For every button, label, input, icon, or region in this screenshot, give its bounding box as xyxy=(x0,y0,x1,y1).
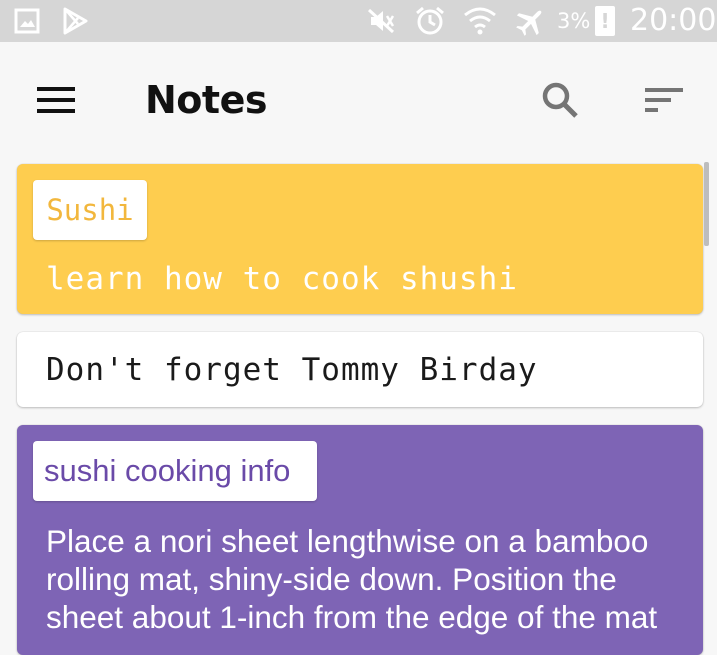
battery-percent: 3% xyxy=(557,9,591,33)
note-card-tommy[interactable]: Don't forget Tommy Birday xyxy=(17,332,703,407)
airplane-mode-icon xyxy=(513,0,549,42)
battery-icon: ! xyxy=(594,0,616,42)
page-title: Notes xyxy=(145,78,267,122)
scrollbar[interactable] xyxy=(704,162,709,246)
play-store-icon xyxy=(60,0,90,42)
note-body: Place a nori sheet lengthwise on a bambo… xyxy=(46,523,658,635)
note-body: learn how to cook shushi xyxy=(46,261,518,297)
sort-icon[interactable] xyxy=(638,78,690,122)
mute-icon xyxy=(364,0,398,42)
note-card-sushi[interactable]: Sushi learn how to cook shushi xyxy=(17,164,703,314)
battery-alert: ! xyxy=(600,9,610,33)
search-icon[interactable] xyxy=(534,76,586,124)
note-card-sushi-info[interactable]: sushi cooking info Place a nori sheet le… xyxy=(17,425,703,655)
note-body: Don't forget Tommy Birday xyxy=(46,352,538,388)
status-time: 20:00 xyxy=(630,3,717,38)
alarm-icon xyxy=(413,0,447,42)
app-bar: Notes xyxy=(0,42,717,158)
menu-icon[interactable] xyxy=(30,78,82,122)
note-title: sushi cooking info xyxy=(33,441,317,501)
wifi-icon xyxy=(462,0,498,42)
gallery-icon xyxy=(12,0,42,42)
note-title: Sushi xyxy=(33,180,147,240)
status-bar: 3% ! 20:00 xyxy=(0,0,717,42)
